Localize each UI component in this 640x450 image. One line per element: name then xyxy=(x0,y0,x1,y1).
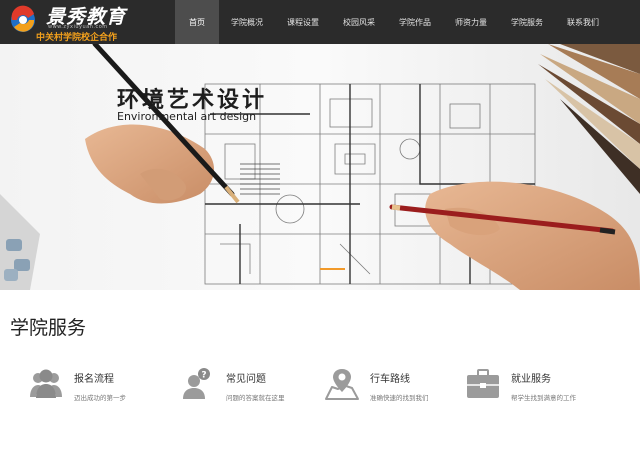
nav-item-home[interactable]: 首页 xyxy=(175,0,219,44)
nav-item-works[interactable]: 学院作品 xyxy=(387,0,443,44)
logo-subtitle: 中关村学院校企合作 xyxy=(36,33,118,43)
nav-item-courses[interactable]: 课程设置 xyxy=(275,0,331,44)
hero-banner[interactable]: 环境艺术设计 Environmental art design xyxy=(0,44,640,290)
main-nav: 首页 学院概况 课程设置 校园风采 学院作品 师资力量 学院服务 联系我们 xyxy=(175,0,611,44)
banner-subtitle: Environmental art design xyxy=(117,110,257,123)
map-pin-icon xyxy=(325,369,359,400)
service-desc: 迈出成功的第一步 xyxy=(74,394,126,402)
service-desc: 准确快速的找到我们 xyxy=(370,394,429,402)
banner-blueprint-image xyxy=(0,44,640,290)
service-name: 行车路线 xyxy=(370,374,410,385)
service-desc: 帮学生找到满意的工作 xyxy=(511,394,576,402)
services-section-title: 学院服务 xyxy=(10,317,87,339)
nav-item-campus[interactable]: 校园风采 xyxy=(331,0,387,44)
nav-item-faculty[interactable]: 师资力量 xyxy=(443,0,499,44)
site-logo[interactable]: 景秀教育 www.zyxiuyuan.com 中关村学院校企合作 xyxy=(8,3,168,43)
service-name: 就业服务 xyxy=(511,374,551,385)
svg-text:?: ? xyxy=(201,371,206,381)
briefcase-icon xyxy=(467,369,499,398)
top-header: 景秀教育 www.zyxiuyuan.com 中关村学院校企合作 首页 学院概况… xyxy=(0,0,640,44)
nav-item-contact[interactable]: 联系我们 xyxy=(555,0,611,44)
nav-item-about[interactable]: 学院概况 xyxy=(219,0,275,44)
nav-item-services[interactable]: 学院服务 xyxy=(499,0,555,44)
service-desc: 问题的答案就在这里 xyxy=(226,394,285,402)
users-icon xyxy=(30,369,62,398)
service-name: 常见问题 xyxy=(226,374,266,385)
service-name: 报名流程 xyxy=(74,374,114,385)
question-person-icon: ? xyxy=(183,368,210,399)
